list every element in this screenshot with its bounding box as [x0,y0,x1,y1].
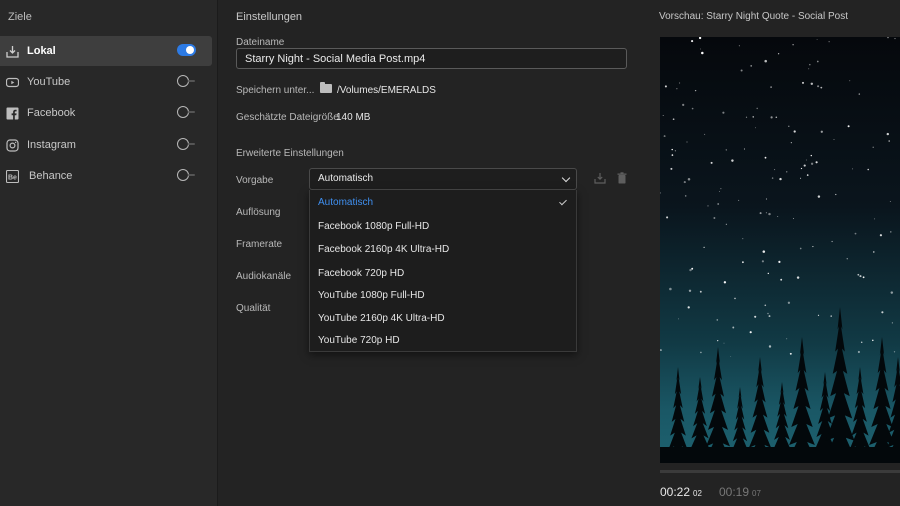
quality-label: Qualität [236,303,271,314]
save-location-path[interactable]: /Volumes/EMERALDS [337,85,436,96]
preset-dropdown-menu: Automatisch Facebook 1080p Full-HD Faceb… [309,190,577,352]
sidebar-item-label: Behance [29,170,73,182]
destinations-sidebar: Ziele Lokal YouTube Facebook Instagram B… [0,0,218,506]
preset-option-automatisch[interactable]: Automatisch [318,197,373,208]
instagram-toggle[interactable] [177,138,196,150]
preset-select-value: Automatisch [318,173,374,184]
instagram-icon [6,138,19,152]
download-icon [6,45,19,58]
save-preset-icon[interactable] [594,172,606,184]
sidebar-item-lokal[interactable]: Lokal [0,36,212,66]
sidebar-item-label: Instagram [27,139,76,151]
advanced-settings-heading[interactable]: Erweiterte Einstellungen [236,148,344,159]
sidebar-item-label: Facebook [27,107,76,119]
checkmark-icon [559,197,567,206]
file-size-value: 140 MB [336,112,371,123]
preset-option-youtube-720p[interactable]: YouTube 720p HD [318,335,400,346]
folder-icon[interactable] [320,82,332,93]
youtube-toggle[interactable] [177,75,196,87]
lokal-toggle[interactable] [177,44,196,56]
sidebar-item-youtube[interactable]: YouTube [0,67,212,97]
settings-heading: Einstellungen [236,11,303,23]
duration-timecode: 00:19 07 [719,485,761,499]
video-preview[interactable] [660,37,900,463]
behance-icon: Be [6,169,19,183]
svg-text:Be: Be [8,174,17,181]
file-size-label: Geschätzte Dateigröße [236,112,339,123]
sidebar-item-behance[interactable]: Be Behance [0,161,212,191]
audio-channels-label: Audiokanäle [236,271,292,282]
preview-panel: Vorschau: Starry Night Quote - Social Po… [650,0,900,506]
chevron-down-icon [561,173,571,183]
sidebar-item-label: YouTube [27,76,71,88]
sidebar-heading: Ziele [8,11,32,23]
preset-option-facebook-2160p[interactable]: Facebook 2160p 4K Ultra-HD [318,244,449,255]
facebook-icon [6,107,19,120]
sidebar-item-label: Lokal [27,45,56,57]
preset-option-facebook-1080p[interactable]: Facebook 1080p Full-HD [318,221,429,232]
settings-panel: Einstellungen Dateiname Starry Night - S… [219,0,649,506]
trash-icon[interactable] [616,172,628,184]
filename-input[interactable]: Starry Night - Social Media Post.mp4 [236,48,627,69]
preset-option-youtube-1080p[interactable]: YouTube 1080p Full-HD [318,290,425,301]
resolution-label: Auflösung [236,207,281,218]
filename-label: Dateiname [236,37,285,48]
preset-select[interactable]: Automatisch [309,168,577,190]
sidebar-item-facebook[interactable]: Facebook [0,98,212,128]
preset-label: Vorgabe [236,175,274,186]
current-timecode: 00:22 02 [660,485,702,499]
framerate-label: Framerate [236,239,283,250]
playback-progress-bar[interactable] [660,470,900,473]
preview-title: Vorschau: Starry Night Quote - Social Po… [659,11,848,22]
sidebar-item-instagram[interactable]: Instagram [0,130,212,160]
save-location-label: Speichern unter... [236,85,315,96]
behance-toggle[interactable] [177,169,196,181]
preset-option-youtube-2160p[interactable]: YouTube 2160p 4K Ultra-HD [318,313,445,324]
youtube-icon [6,76,19,89]
preset-option-facebook-720p[interactable]: Facebook 720p HD [318,268,404,279]
facebook-toggle[interactable] [177,106,196,118]
starry-sky-image [660,37,900,463]
